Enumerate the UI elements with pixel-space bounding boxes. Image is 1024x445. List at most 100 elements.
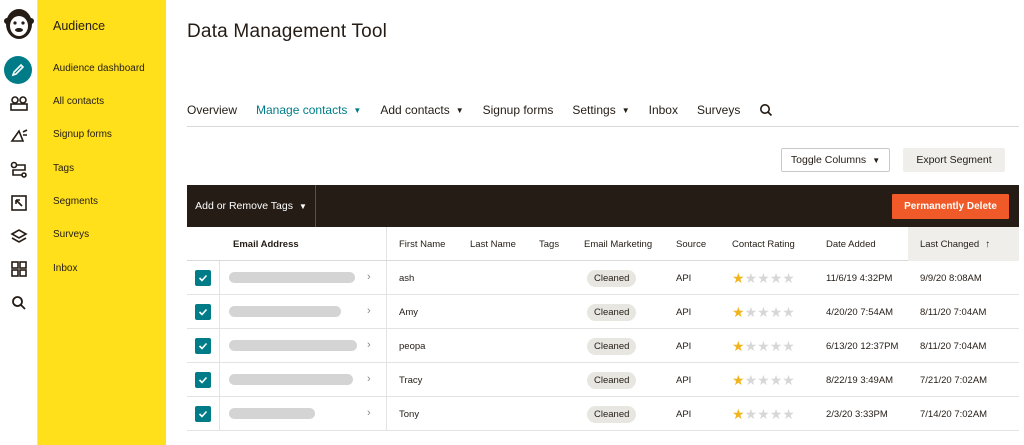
col-divider <box>386 363 387 396</box>
col-divider <box>386 329 387 362</box>
col-tags[interactable]: Tags <box>539 227 559 261</box>
contacts-table: Email Address First Name Last Name Tags … <box>187 227 1019 431</box>
chevron-down-icon: ▼ <box>455 105 464 115</box>
col-divider <box>219 329 220 362</box>
chevron-right-icon[interactable]: › <box>367 305 371 317</box>
col-contact-rating[interactable]: Contact Rating <box>732 227 795 261</box>
table-row[interactable]: › Cleaned peopa API 6/13/20 12:37PM 8/11/20 7… <box>187 329 1019 363</box>
export-segment-button[interactable]: Export Segment <box>903 148 1005 172</box>
chevron-down-icon: ▼ <box>872 155 881 165</box>
tab-overview[interactable]: Overview <box>187 103 237 117</box>
tab-manage-contacts[interactable]: Manage contacts ▼ <box>256 103 361 117</box>
col-date-added[interactable]: Date Added <box>826 227 876 261</box>
sidebar-item-inbox[interactable]: Inbox <box>53 263 77 274</box>
cell-email-marketing: Cleaned <box>584 261 637 295</box>
chevron-right-icon[interactable]: › <box>367 407 371 419</box>
star-icon: ★ <box>782 304 795 320</box>
integrations-icon[interactable] <box>7 257 31 281</box>
star-icon: ★ <box>732 338 745 354</box>
tab-inbox[interactable]: Inbox <box>649 103 678 117</box>
tab-label: Manage contacts <box>256 103 348 117</box>
col-email-marketing[interactable]: Email Marketing <box>584 227 652 261</box>
pencil-icon[interactable] <box>4 56 32 84</box>
automations-icon[interactable] <box>7 158 31 182</box>
row-checkbox[interactable] <box>195 270 211 286</box>
star-rating: ★ ★ ★ ★ ★ <box>732 305 795 319</box>
star-icon: ★ <box>732 270 745 286</box>
col-email-address[interactable]: Email Address <box>233 227 299 261</box>
tab-label: Overview <box>187 103 238 117</box>
star-rating: ★ ★ ★ ★ ★ <box>732 339 795 353</box>
tab-label: Inbox <box>648 103 678 117</box>
col-last-name[interactable]: Last Name <box>470 227 516 261</box>
col-last-changed[interactable]: Last Changed ↑ <box>908 227 1019 261</box>
cell-contact-rating: ★ ★ ★ ★ ★ <box>732 261 795 295</box>
cell-last-changed: 7/14/20 7:02AM <box>920 408 988 420</box>
star-icon: ★ <box>769 270 783 286</box>
col-divider <box>386 227 387 260</box>
table-row[interactable]: › Cleaned ash API 11/6/19 4:32PM 9/9/20 8:08A… <box>187 261 1019 295</box>
cell-contact-rating: ★ ★ ★ ★ ★ <box>732 363 795 397</box>
star-icon: ★ <box>769 406 783 422</box>
top-nav: Overview Manage contacts ▼ Add contacts ▼ … <box>187 102 792 118</box>
row-checkbox[interactable] <box>195 304 211 320</box>
chevron-down-icon: ▼ <box>298 201 307 211</box>
star-icon: ★ <box>757 372 770 388</box>
audience-icon[interactable] <box>7 91 31 115</box>
table-row[interactable]: › Cleaned Tracy API 8/22/19 3:49AM 7/21/20 7:… <box>187 363 1019 397</box>
col-divider <box>386 397 387 430</box>
chevron-down-icon: ▼ <box>621 105 630 115</box>
table-row[interactable]: › Cleaned Tony API 2/3/20 3:33PM 7/14/20 7:02… <box>187 397 1019 431</box>
chevron-right-icon[interactable]: › <box>367 339 371 351</box>
add-remove-tags-button[interactable]: Add or Remove Tags ▼ <box>187 185 316 227</box>
cell-date-added: 6/13/20 12:37PM <box>826 340 899 352</box>
website-icon[interactable] <box>7 191 31 215</box>
sidebar-item-signup-forms[interactable]: Signup forms <box>53 129 112 140</box>
star-icon: ★ <box>782 406 795 422</box>
star-icon: ★ <box>757 304 770 320</box>
status-badge: Cleaned <box>587 337 637 355</box>
sidebar-item-tags[interactable]: Tags <box>53 163 74 174</box>
cell-date-added: 2/3/20 3:33PM <box>826 408 888 420</box>
tab-add-contacts[interactable]: Add contacts ▼ <box>380 103 463 117</box>
mailchimp-logo[interactable] <box>3 4 35 42</box>
col-divider <box>219 295 220 328</box>
tab-signup-forms[interactable]: Signup forms <box>483 103 554 117</box>
col-first-name[interactable]: First Name <box>399 227 445 261</box>
row-checkbox[interactable] <box>195 406 211 422</box>
star-rating: ★ ★ ★ ★ ★ <box>732 407 795 421</box>
status-badge: Cleaned <box>587 269 637 287</box>
cell-first-name: Tracy <box>399 374 423 386</box>
table-row[interactable]: › Cleaned Amy API 4/20/20 7:54AM 8/11/20 7:04… <box>187 295 1019 329</box>
redacted-email <box>229 272 355 283</box>
sidebar-item-audience-dashboard[interactable]: Audience dashboard <box>53 63 145 74</box>
col-source[interactable]: Source <box>676 227 706 261</box>
sidebar-item-surveys[interactable]: Surveys <box>53 229 89 240</box>
star-icon: ★ <box>757 406 770 422</box>
row-checkbox[interactable] <box>195 372 211 388</box>
permanently-delete-button[interactable]: Permanently Delete <box>892 194 1009 219</box>
col-divider <box>219 363 220 396</box>
nav-search-icon[interactable] <box>759 103 773 117</box>
star-icon: ★ <box>782 372 795 388</box>
sidebar-item-segments[interactable]: Segments <box>53 196 98 207</box>
content-icon[interactable] <box>7 224 31 248</box>
campaigns-icon[interactable] <box>7 124 31 148</box>
cell-source: API <box>676 272 692 284</box>
row-checkbox[interactable] <box>195 338 211 354</box>
toggle-columns-button[interactable]: Toggle Columns ▼ <box>781 148 890 172</box>
status-badge: Cleaned <box>587 405 637 423</box>
star-icon: ★ <box>757 270 770 286</box>
chevron-right-icon[interactable]: › <box>367 373 371 385</box>
tab-label: Settings <box>572 103 616 117</box>
cell-date-added: 11/6/19 4:32PM <box>826 272 893 284</box>
tab-settings[interactable]: Settings ▼ <box>572 103 629 117</box>
search-icon[interactable] <box>7 291 31 315</box>
chevron-right-icon[interactable]: › <box>367 271 371 283</box>
star-icon: ★ <box>769 304 783 320</box>
sidebar-item-all-contacts[interactable]: All contacts <box>53 96 104 107</box>
tab-surveys[interactable]: Surveys <box>697 103 740 117</box>
cell-email-marketing: Cleaned <box>584 295 637 329</box>
star-icon: ★ <box>732 372 745 388</box>
cell-contact-rating: ★ ★ ★ ★ ★ <box>732 397 795 431</box>
